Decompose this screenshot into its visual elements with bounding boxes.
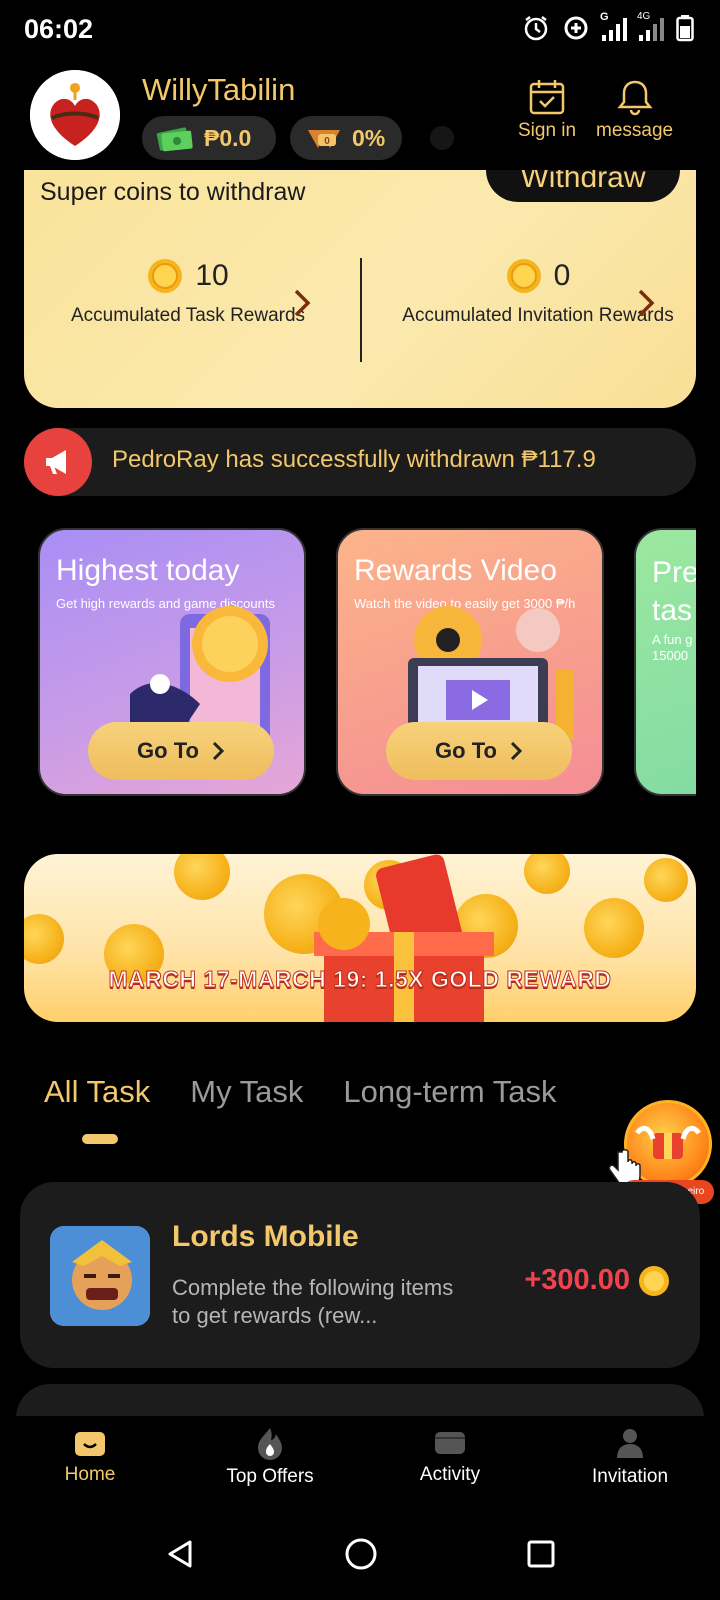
nav-invitation[interactable]: Invitation (540, 1416, 720, 1508)
task-rewards-value: 10 (195, 259, 229, 292)
nav-activity-label: Activity (419, 1464, 481, 1485)
signal-1-icon: G (600, 11, 627, 41)
tab-indicator (82, 1134, 118, 1144)
tab-all-task[interactable]: All Task (44, 1074, 150, 1110)
card-divider (360, 258, 362, 362)
data-saver-icon (564, 16, 588, 40)
vip-badge-icon: 0 (308, 130, 340, 148)
lords-mobile-thumbnail (50, 1226, 150, 1326)
nav-top-offers[interactable]: Top Offers (180, 1416, 360, 1508)
go-to-button[interactable]: Go To (88, 722, 274, 780)
go-to-label: Go To (137, 738, 199, 763)
svg-text:0: 0 (324, 136, 330, 147)
message-label: message (596, 120, 674, 141)
nav-home[interactable]: Home (0, 1416, 180, 1508)
chevron-right-icon[interactable] (636, 288, 656, 318)
chevron-right-icon[interactable] (292, 288, 312, 318)
tab-long-term-task[interactable]: Long-term Task (343, 1074, 556, 1110)
calendar-check-icon (529, 80, 565, 115)
settings-dot-icon[interactable] (430, 126, 454, 150)
network-type-4g: 4G (637, 11, 651, 22)
sign-in-button[interactable]: Sign in (518, 78, 576, 142)
promo-subtitle: A fun g 15000 (652, 632, 693, 663)
task-reward: +300.00 (524, 1264, 670, 1297)
wallet-icon (435, 1432, 465, 1454)
nav-home-label: Home (64, 1464, 116, 1485)
gold-coin-icon (148, 259, 183, 293)
red-envelope-gift-icon (314, 854, 494, 1022)
nav-invitation-label: Invitation (591, 1466, 669, 1487)
megaphone-icon (24, 428, 92, 496)
gold-reward-banner[interactable]: MARCH 17-MARCH 19: 1.5X GOLD REWARD (24, 854, 696, 1022)
gold-coin-icon (639, 1265, 669, 1296)
promo-card-highest-today[interactable]: Highest today Get high rewards and game … (38, 528, 306, 796)
go-to-label: Go To (435, 738, 497, 763)
app-header: WillyTabilin ₱0.0 0 0% Sign in message (0, 62, 720, 174)
promo-title: Pre tas (652, 556, 696, 627)
super-coins-title: Super coins to withdraw (40, 178, 306, 206)
tab-my-task[interactable]: My Task (190, 1074, 303, 1110)
withdraw-ticker: PedroRay has successfully withdrawn ₱117… (24, 428, 696, 496)
home-circle-icon[interactable] (344, 1537, 378, 1571)
ticker-text: PedroRay has successfully withdrawn ₱117… (112, 446, 596, 473)
task-description: Complete the following items to get rewa… (172, 1275, 454, 1328)
status-time: 06:02 (24, 14, 94, 44)
cash-balance-pill[interactable]: ₱0.0 (142, 116, 276, 160)
promo-card-rewards-video[interactable]: Rewards Video Watch the video to easily … (336, 528, 604, 796)
nav-top-offers-label: Top Offers (226, 1466, 314, 1487)
system-navigation-bar (0, 1508, 720, 1600)
signal-2-icon: 4G (637, 11, 664, 41)
promo-title: Rewards Video (354, 554, 557, 587)
avatar[interactable] (30, 70, 120, 160)
person-icon (617, 1429, 643, 1458)
chevron-right-icon (212, 741, 225, 761)
gold-coin-icon (506, 259, 541, 293)
nav-activity[interactable]: Activity (360, 1416, 540, 1508)
game-warrior-icon (50, 1226, 150, 1326)
bottom-navigation: Home Top Offers Activity Invitation (0, 1416, 720, 1508)
banner-text: MARCH 17-MARCH 19: 1.5X GOLD REWARD (108, 966, 612, 993)
flame-icon (258, 1428, 282, 1460)
vip-progress-value: 0% (352, 124, 386, 151)
bell-icon (616, 80, 653, 116)
battery-icon (676, 15, 694, 42)
username: WillyTabilin (142, 72, 296, 107)
cash-balance-value: ₱0.0 (204, 124, 252, 151)
alarm-icon (524, 16, 548, 41)
chevron-right-icon (510, 741, 523, 761)
withdraw-button[interactable]: Withdraw (486, 170, 680, 202)
super-coins-card: Withdraw Super coins to withdraw 10 Accu… (24, 170, 696, 408)
recents-icon[interactable] (526, 1539, 556, 1569)
status-icons: G 4G (522, 11, 694, 42)
task-tabs: All Task My Task Long-term Task (44, 1074, 556, 1110)
promo-title: Highest today (56, 554, 240, 587)
back-icon[interactable] (164, 1538, 196, 1570)
task-card[interactable]: Lords Mobile Complete the following item… (20, 1182, 700, 1368)
cash-icon (156, 127, 193, 152)
task-title: Lords Mobile (172, 1220, 359, 1253)
network-type-g: G (600, 11, 609, 23)
status-bar: 06:02 G 4G (0, 0, 720, 62)
task-reward-value: +300.00 (524, 1264, 630, 1296)
go-to-button[interactable]: Go To (386, 722, 572, 780)
promo-carousel: Highest today Get high rewards and game … (0, 528, 696, 796)
vip-progress-pill[interactable]: 0 0% (290, 116, 402, 160)
sacred-heart-avatar-icon (30, 70, 120, 160)
sign-in-label: Sign in (518, 120, 577, 141)
promo-card-partial[interactable]: Pre tas A fun g 15000 (634, 528, 696, 796)
message-button[interactable]: message (596, 78, 673, 142)
invite-rewards-value: 0 (553, 259, 571, 292)
home-icon (75, 1432, 105, 1456)
